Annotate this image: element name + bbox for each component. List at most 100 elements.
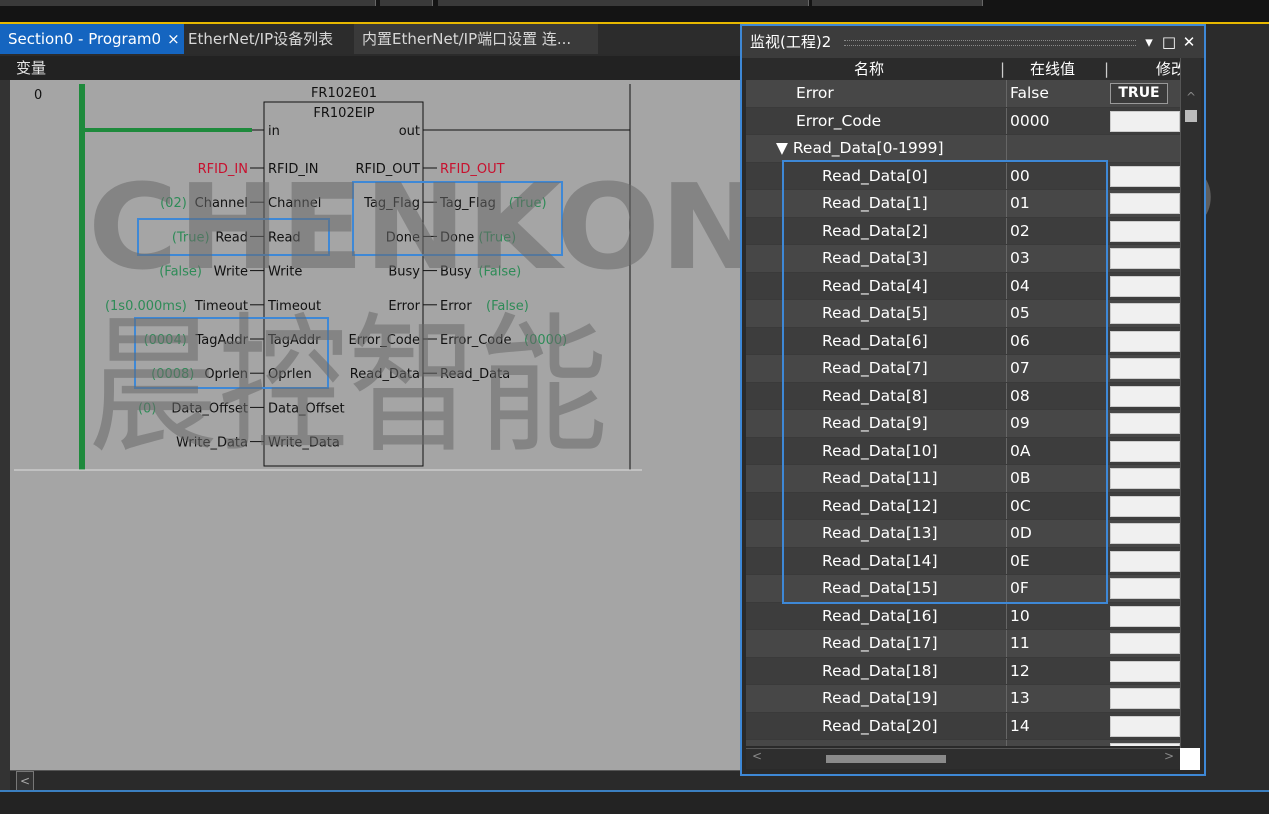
watch-row-value: 0C xyxy=(1006,492,1104,519)
watch-horizontal-scrollbar[interactable]: < > xyxy=(746,748,1180,769)
left-pin-variable: Write_Data xyxy=(176,436,248,451)
watch-row[interactable]: Error False TRUE xyxy=(746,80,1180,108)
col-modify-header[interactable]: 修改 xyxy=(1156,58,1180,80)
watch-row[interactable]: Read_Data[21] 15 xyxy=(746,740,1180,746)
fb-instance-name: FR102E01 xyxy=(311,86,377,101)
modify-input[interactable] xyxy=(1110,495,1180,517)
close-icon[interactable]: × xyxy=(167,30,180,48)
watch-panel-titlebar[interactable]: 监视(工程)2 ▾ □ ✕ xyxy=(742,26,1204,58)
scroll-up-icon[interactable]: ^ xyxy=(1181,90,1201,104)
watch-row-value: 05 xyxy=(1006,300,1104,327)
left-pin-label: Channel xyxy=(268,196,321,211)
right-pin-variable: Error_Code xyxy=(440,333,511,348)
dropdown-icon[interactable]: ▾ xyxy=(1140,26,1158,58)
watch-row[interactable]: Read_Data[16] 10 xyxy=(746,602,1180,630)
watch-row-name: Error xyxy=(796,84,834,102)
variables-bar[interactable]: 变量 xyxy=(0,56,740,80)
col-name-header[interactable]: 名称 xyxy=(854,58,884,80)
left-pin-variable: Data_Offset xyxy=(171,401,248,416)
watch-row[interactable]: Read_Data[14] 0E xyxy=(746,547,1180,575)
modify-input[interactable] xyxy=(1110,303,1180,324)
true-button[interactable]: TRUE xyxy=(1110,83,1168,104)
maximize-icon[interactable]: □ xyxy=(1160,26,1178,58)
watch-row[interactable]: Read_Data[7] 07 xyxy=(746,355,1180,383)
modify-input[interactable] xyxy=(1110,550,1180,572)
ladder-canvas[interactable]: 0 FR102E01 FR102EIP in out RFID_IN RFID_I… xyxy=(10,80,740,770)
modify-input[interactable] xyxy=(1110,358,1180,379)
scroll-thumb[interactable] xyxy=(826,755,946,763)
fb-type-name: FR102EIP xyxy=(313,106,374,121)
modify-input[interactable] xyxy=(1110,605,1180,627)
watch-row[interactable]: Read_Data[10] 0A xyxy=(746,437,1180,465)
watch-row[interactable]: Read_Data[18] 12 xyxy=(746,657,1180,685)
watch-row[interactable]: Read_Data[13] 0D xyxy=(746,520,1180,548)
modify-input[interactable] xyxy=(1110,578,1180,599)
modify-input[interactable] xyxy=(1110,523,1180,544)
modify-input[interactable] xyxy=(1110,688,1180,709)
modify-input[interactable] xyxy=(1110,385,1180,407)
watch-row[interactable]: Read_Data[17] 11 xyxy=(746,630,1180,658)
watch-row-value: 0B xyxy=(1006,465,1104,492)
watch-row[interactable]: Read_Data[2] 02 xyxy=(746,217,1180,245)
right-pin-variable: Done xyxy=(440,230,474,245)
watch-table-header: 名称 | 在线值 | 修改 xyxy=(746,58,1180,80)
watch-row[interactable]: Read_Data[15] 0F xyxy=(746,575,1180,603)
modify-input[interactable] xyxy=(1110,193,1180,214)
scroll-left-icon[interactable]: < xyxy=(752,749,762,763)
modify-input[interactable] xyxy=(1110,440,1180,462)
watch-row[interactable]: Read_Data[3] 03 xyxy=(746,245,1180,273)
watch-row[interactable]: Read_Data[9] 09 xyxy=(746,410,1180,438)
watch-row[interactable]: Read_Data[5] 05 xyxy=(746,300,1180,328)
watch-row-value: 13 xyxy=(1006,685,1104,712)
horizontal-scrollbar[interactable]: < xyxy=(10,770,740,791)
watch-row[interactable]: Read_Data[19] 13 xyxy=(746,685,1180,713)
right-pin-variable: RFID_OUT xyxy=(440,162,505,177)
watch-row[interactable]: Read_Data[1] 01 xyxy=(746,190,1180,218)
variables-label: 变量 xyxy=(16,59,47,77)
scroll-thumb[interactable] xyxy=(1185,110,1197,122)
watch-row[interactable]: Read_Data[0] 00 xyxy=(746,162,1180,190)
left-pin-label: Timeout xyxy=(267,299,321,314)
watch-row[interactable]: Read_Data[20] 14 xyxy=(746,712,1180,740)
vertical-scrollbar[interactable]: ^ v xyxy=(1180,58,1201,768)
modify-input[interactable] xyxy=(1110,275,1180,297)
watch-row-value: 10 xyxy=(1006,602,1104,629)
right-pin-value: (False) xyxy=(478,265,521,280)
modify-input[interactable] xyxy=(1110,248,1180,269)
right-pin-variable: Error xyxy=(440,299,472,314)
modify-input[interactable] xyxy=(1110,468,1180,489)
out-pin-label: out xyxy=(399,124,420,139)
close-icon[interactable]: ✕ xyxy=(1180,26,1198,58)
watch-row[interactable]: ▼ Read_Data[0-1999] xyxy=(746,135,1180,163)
modify-input[interactable] xyxy=(1110,660,1180,682)
modify-input[interactable] xyxy=(1110,330,1180,352)
watch-row[interactable]: Read_Data[12] 0C xyxy=(746,492,1180,520)
right-pin-variable: Busy xyxy=(440,265,472,280)
watch-row[interactable]: Read_Data[6] 06 xyxy=(746,327,1180,355)
left-rail[interactable] xyxy=(0,80,10,790)
modify-input[interactable] xyxy=(1110,110,1180,132)
watch-row-name[interactable]: ▼ Read_Data[0-1999] xyxy=(776,135,944,163)
watch-row-value: 0000 xyxy=(1006,107,1104,134)
tab-ethernet-ip-device-list[interactable]: EtherNet/IP设备列表 xyxy=(180,24,341,54)
left-pin-label: Oprlen xyxy=(268,367,312,382)
modify-input[interactable] xyxy=(1110,165,1180,187)
col-value-header[interactable]: 在线值 xyxy=(1030,58,1075,80)
watch-row[interactable]: Error_Code 0000 xyxy=(746,107,1180,135)
watch-row[interactable]: Read_Data[4] 04 xyxy=(746,272,1180,300)
modify-input[interactable] xyxy=(1110,633,1180,654)
watch-row[interactable]: Read_Data[8] 08 xyxy=(746,382,1180,410)
tab-section0-program0[interactable]: Section0 - Program0 × xyxy=(0,24,184,54)
tab-ethernet-ip-port-settings[interactable]: 内置EtherNet/IP端口设置 连... xyxy=(354,24,598,54)
scroll-right-icon[interactable]: > xyxy=(1164,749,1174,763)
resize-corner[interactable] xyxy=(1180,748,1200,770)
modify-input[interactable] xyxy=(1110,413,1180,434)
modify-input[interactable] xyxy=(1110,220,1180,242)
modify-input[interactable] xyxy=(1110,715,1180,737)
watch-row-name: Read_Data[17] xyxy=(822,634,938,652)
modify-input[interactable] xyxy=(1110,743,1180,746)
watch-row-name: Read_Data[14] xyxy=(822,551,938,570)
watch-row[interactable]: Read_Data[11] 0B xyxy=(746,465,1180,493)
scroll-left-arrow-icon[interactable]: < xyxy=(16,771,34,791)
right-pins: RFID_OUT RFID_OUT Tag_Flag Tag_Flag (True) Do… xyxy=(349,162,568,382)
